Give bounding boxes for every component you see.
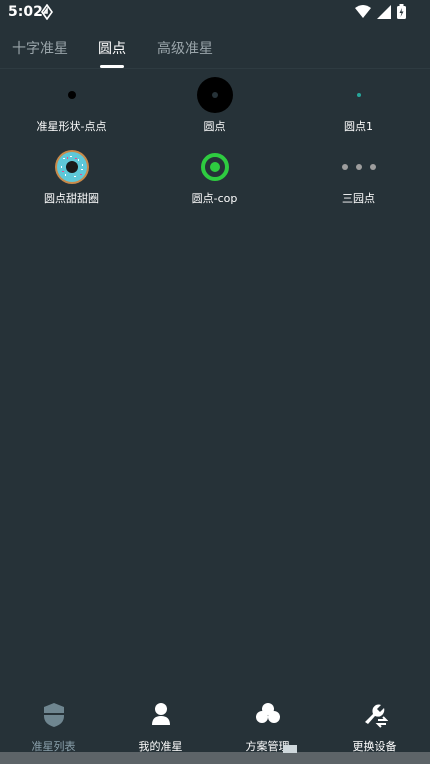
black-circle-dot-icon xyxy=(143,74,286,116)
status-icons xyxy=(355,4,406,23)
grid-item-label: 圆点 xyxy=(203,120,226,133)
tab-bar: 十字准星 圆点 高级准星 xyxy=(0,26,430,69)
grid-item[interactable]: 三园点 xyxy=(287,144,430,214)
nav-item-scheme-management[interactable]: 方案管理 xyxy=(214,696,321,753)
grid-item[interactable]: 圆点 xyxy=(143,72,286,142)
grid-item[interactable]: 准星形状-点点 xyxy=(0,72,143,142)
wifi-icon xyxy=(355,4,371,23)
tiny-teal-dot-icon xyxy=(287,74,430,116)
gesture-handle[interactable] xyxy=(283,745,297,753)
signal-icon xyxy=(377,4,391,23)
status-time: 5:02 xyxy=(8,4,43,20)
system-gesture-bar xyxy=(0,752,430,764)
cluster-icon xyxy=(214,702,321,724)
grid-item-label: 三园点 xyxy=(342,192,375,205)
donut-icon xyxy=(0,146,143,188)
three-dots-icon xyxy=(287,146,430,188)
nav-item-crosshair-list[interactable]: 准星列表 xyxy=(0,696,107,753)
grid-item-label: 准星形状-点点 xyxy=(36,120,107,133)
nav-item-change-device[interactable]: 更换设备 xyxy=(321,696,428,753)
grid-item-label: 圆点1 xyxy=(344,120,373,133)
grid-item[interactable]: 圆点1 xyxy=(287,72,430,142)
bottom-nav: 准星列表 我的准星 方案管理 更换设备 xyxy=(0,696,430,753)
grid-item[interactable]: 圆点甜甜圈 xyxy=(0,144,143,214)
shield-icon xyxy=(0,702,107,728)
battery-icon xyxy=(397,4,406,23)
wrench-swap-icon xyxy=(321,702,428,728)
active-tab-indicator xyxy=(100,65,124,68)
grid-item-label: 圆点-cop xyxy=(191,192,238,205)
grid-item-label: 圆点甜甜圈 xyxy=(44,192,99,205)
status-bar: 5:02 xyxy=(0,0,430,26)
tab-dot[interactable]: 圆点 xyxy=(98,38,126,58)
nav-item-my-crosshair[interactable]: 我的准星 xyxy=(107,696,214,753)
user-icon xyxy=(107,702,214,726)
tab-crosshair[interactable]: 十字准星 xyxy=(12,38,68,58)
grid-item[interactable]: 圆点-cop xyxy=(143,144,286,214)
tab-advanced-crosshair[interactable]: 高级准星 xyxy=(157,38,213,58)
small-black-dot-icon xyxy=(0,74,143,116)
app-notification-icon xyxy=(40,3,54,24)
green-ring-dot-icon xyxy=(143,146,286,188)
